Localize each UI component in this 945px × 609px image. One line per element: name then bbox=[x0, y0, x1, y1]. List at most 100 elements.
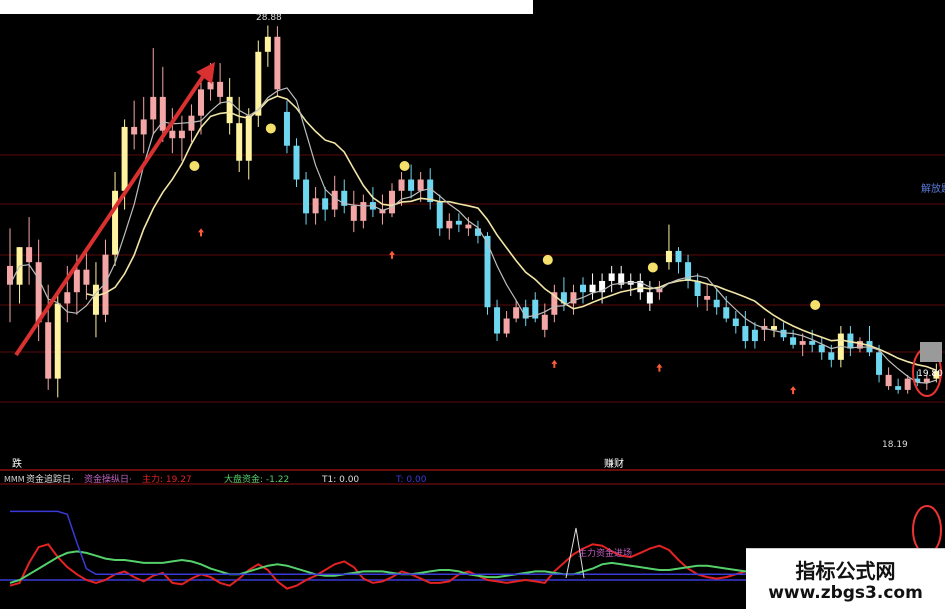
candle-body bbox=[83, 269, 90, 285]
candle-body bbox=[264, 36, 271, 52]
osc-legend-item: T: 0.00 bbox=[395, 475, 427, 485]
osc-legend-item: 资金追踪日· bbox=[26, 473, 74, 485]
candle-body bbox=[283, 111, 290, 146]
buy-arrow-marker bbox=[198, 228, 204, 237]
candle-body bbox=[350, 205, 357, 221]
candle-body bbox=[45, 322, 52, 379]
bottom-mid-label: 赚财 bbox=[604, 457, 624, 470]
candle-body bbox=[140, 119, 147, 135]
candle-body bbox=[131, 126, 138, 135]
osc-legend-item: T1: 0.00 bbox=[321, 475, 359, 485]
candle-body bbox=[121, 126, 128, 191]
smiley-marker bbox=[265, 123, 276, 134]
candle-body bbox=[360, 202, 367, 221]
candle-body bbox=[408, 179, 415, 191]
candle-body bbox=[580, 284, 586, 293]
candle-body bbox=[876, 352, 883, 375]
buy-arrow-marker bbox=[656, 363, 663, 372]
candle-body bbox=[704, 295, 711, 300]
candle-body bbox=[293, 145, 300, 180]
candle-body bbox=[150, 96, 157, 120]
candle-body bbox=[809, 341, 816, 345]
candle-body bbox=[236, 123, 243, 161]
osc-legend-item: 资金操纵日· bbox=[84, 473, 132, 485]
candle-body bbox=[904, 378, 911, 390]
smiley-marker bbox=[189, 161, 200, 172]
candle-body bbox=[465, 224, 472, 229]
grid-lines bbox=[0, 154, 945, 581]
smiley-marker bbox=[647, 262, 658, 273]
candle-body bbox=[589, 284, 596, 293]
last-price-box bbox=[920, 342, 942, 362]
candle-body bbox=[159, 96, 166, 131]
candle-body bbox=[188, 115, 195, 131]
candle-body bbox=[245, 115, 252, 161]
candle-body bbox=[541, 314, 548, 330]
candle-body bbox=[92, 284, 99, 315]
candle-body bbox=[646, 292, 653, 304]
osc-legend-prefix: MMM bbox=[4, 475, 25, 484]
ma-short-line bbox=[9, 87, 937, 384]
oscillator-circle bbox=[912, 505, 942, 555]
candle-body bbox=[771, 326, 777, 330]
candle-body bbox=[694, 280, 701, 296]
candle-body bbox=[26, 247, 33, 263]
buy-arrow-marker bbox=[551, 359, 558, 368]
candle-body bbox=[799, 341, 806, 345]
osc-legend-item: 大盘资金: -1.22 bbox=[224, 473, 289, 485]
candle-body bbox=[112, 190, 119, 255]
candle-body bbox=[178, 130, 185, 139]
candle-body bbox=[169, 130, 176, 139]
candle-body bbox=[503, 318, 510, 334]
chart-labels: 28.88 18.19 19.80 解放题跌 赚财 MMM资金追踪日· 资金操纵日· 主力: … bbox=[4, 13, 945, 559]
candle-body bbox=[312, 198, 319, 214]
candle-body bbox=[35, 262, 42, 323]
ma-long-line bbox=[86, 95, 937, 372]
right-edge-label: 解放题 bbox=[921, 182, 945, 195]
candle-body bbox=[389, 190, 395, 214]
watermark-title: 指标公式网 bbox=[795, 559, 896, 583]
candle-body bbox=[742, 326, 749, 342]
candle-body bbox=[895, 386, 902, 390]
candle-body bbox=[64, 292, 71, 304]
candle-body bbox=[608, 273, 615, 281]
watermark-url: www.zbgs3.com bbox=[768, 583, 923, 603]
candle-body bbox=[207, 81, 214, 90]
moving-averages bbox=[9, 87, 937, 384]
candle-body bbox=[217, 81, 224, 97]
candle-body bbox=[818, 344, 825, 353]
smiley-marker bbox=[399, 161, 410, 172]
osc-peak-label: 主力资金进场 bbox=[578, 547, 632, 559]
candle-body bbox=[436, 202, 443, 229]
candle-body bbox=[303, 179, 310, 214]
candle-body bbox=[322, 198, 329, 210]
site-watermark: 指标公式网 www.zbgs3.com bbox=[746, 548, 945, 609]
candlestick-series bbox=[7, 25, 940, 398]
candle-body bbox=[732, 318, 739, 327]
candle-body bbox=[198, 89, 204, 116]
candle-body bbox=[398, 179, 405, 191]
trend-arrow-line bbox=[14, 70, 208, 357]
buy-arrow-marker bbox=[790, 386, 797, 395]
candle-body bbox=[73, 269, 80, 293]
low-price-label: 18.19 bbox=[882, 440, 908, 450]
candle-body bbox=[54, 303, 61, 379]
candle-body bbox=[723, 307, 730, 319]
candle-body bbox=[828, 352, 835, 360]
candle-body bbox=[331, 190, 338, 210]
osc-legend-item: 主力: 19.27 bbox=[142, 473, 192, 485]
candle-body bbox=[455, 220, 462, 225]
candle-body bbox=[484, 235, 491, 308]
candle-body bbox=[494, 307, 501, 334]
bottom-left-label: 跌 bbox=[12, 457, 22, 470]
candle-body bbox=[675, 250, 682, 263]
stock-chart: 28.88 18.19 19.80 解放题跌 赚财 MMM资金追踪日· 资金操纵日· 主力: … bbox=[0, 13, 945, 590]
last-price-label: 19.80 bbox=[917, 369, 943, 379]
smiley-marker bbox=[810, 300, 821, 311]
candle-body bbox=[513, 307, 520, 319]
candle-body bbox=[274, 36, 281, 90]
candle-body bbox=[885, 374, 892, 387]
smiley-marker bbox=[542, 254, 553, 265]
candle-body bbox=[417, 179, 424, 191]
high-price-label: 28.88 bbox=[256, 13, 282, 23]
